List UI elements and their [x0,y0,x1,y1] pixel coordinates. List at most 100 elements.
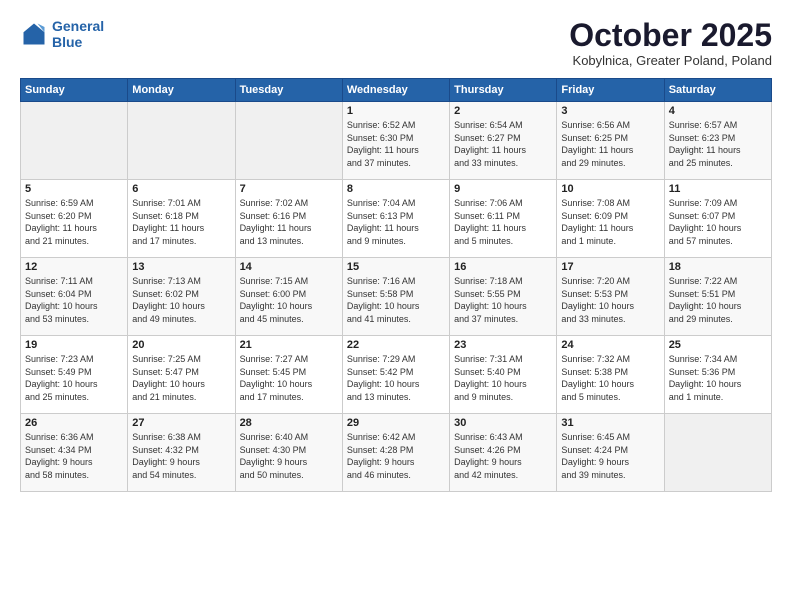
cell-content: Sunrise: 7:11 AM Sunset: 6:04 PM Dayligh… [25,275,123,325]
calendar-cell: 5 Sunrise: 6:59 AM Sunset: 6:20 PM Daylig… [21,180,128,258]
day-number: 31 [561,417,659,429]
week-row-2: 12Sunrise: 7:11 AM Sunset: 6:04 PM Dayli… [21,258,772,336]
calendar-cell: 23 Sunrise: 7:31 AM Sunset: 5:40 PM Dayli… [450,336,557,414]
weekday-header-tuesday: Tuesday [235,79,342,102]
logo-text: General Blue [52,18,104,50]
cell-content: Sunrise: 7:29 AM Sunset: 5:42 PM Dayligh… [347,353,445,403]
cell-content: Sunrise: 6:59 AM Sunset: 6:20 PM Dayligh… [25,197,123,247]
cell-content: Sunrise: 6:52 AM Sunset: 6:30 PM Dayligh… [347,119,445,169]
cell-content: Sunrise: 6:57 AM Sunset: 6:23 PM Dayligh… [669,119,767,169]
cell-content: Sunrise: 7:06 AM Sunset: 6:11 PM Dayligh… [454,197,552,247]
logo-general: General [52,18,104,34]
day-number: 9 [454,183,552,195]
day-number: 23 [454,339,552,351]
calendar-cell: 10 Sunrise: 7:08 AM Sunset: 6:09 PM Dayli… [557,180,664,258]
cell-content: Sunrise: 6:36 AM Sunset: 4:34 PM Dayligh… [25,431,123,481]
cell-content: Sunrise: 7:31 AM Sunset: 5:40 PM Dayligh… [454,353,552,403]
day-number: 6 [132,183,230,195]
cell-content: Sunrise: 7:23 AM Sunset: 5:49 PM Dayligh… [25,353,123,403]
cell-content: Sunrise: 7:13 AM Sunset: 6:02 PM Dayligh… [132,275,230,325]
calendar-cell: 9 Sunrise: 7:06 AM Sunset: 6:11 PM Daylig… [450,180,557,258]
cell-content: Sunrise: 7:25 AM Sunset: 5:47 PM Dayligh… [132,353,230,403]
day-number: 15 [347,261,445,273]
day-number: 26 [25,417,123,429]
calendar-cell: 19 Sunrise: 7:23 AM Sunset: 5:49 PM Dayli… [21,336,128,414]
day-number: 5 [25,183,123,195]
calendar-cell: 11 Sunrise: 7:09 AM Sunset: 6:07 PM Dayli… [664,180,771,258]
day-number: 11 [669,183,767,195]
calendar-cell: 28Sunrise: 6:40 AM Sunset: 4:30 PM Dayli… [235,414,342,492]
calendar-cell [21,102,128,180]
page: General Blue October 2025 Kobylnica, Gre… [0,0,792,612]
day-number: 10 [561,183,659,195]
cell-content: Sunrise: 7:34 AM Sunset: 5:36 PM Dayligh… [669,353,767,403]
calendar-cell: 20 Sunrise: 7:25 AM Sunset: 5:47 PM Dayli… [128,336,235,414]
day-number: 4 [669,105,767,117]
calendar-cell: 21 Sunrise: 7:27 AM Sunset: 5:45 PM Dayli… [235,336,342,414]
cell-content: Sunrise: 7:18 AM Sunset: 5:55 PM Dayligh… [454,275,552,325]
location: Kobylnica, Greater Poland, Poland [569,53,772,68]
week-row-1: 5 Sunrise: 6:59 AM Sunset: 6:20 PM Daylig… [21,180,772,258]
cell-content: Sunrise: 6:38 AM Sunset: 4:32 PM Dayligh… [132,431,230,481]
calendar-cell: 26 Sunrise: 6:36 AM Sunset: 4:34 PM Dayli… [21,414,128,492]
calendar-cell: 29 Sunrise: 6:42 AM Sunset: 4:28 PM Dayli… [342,414,449,492]
logo-icon [20,20,48,48]
month-title: October 2025 [569,18,772,53]
day-number: 29 [347,417,445,429]
day-number: 24 [561,339,659,351]
calendar-cell [664,414,771,492]
day-number: 3 [561,105,659,117]
cell-content: Sunrise: 6:45 AM Sunset: 4:24 PM Dayligh… [561,431,659,481]
day-number: 14 [240,261,338,273]
calendar-table: SundayMondayTuesdayWednesdayThursdayFrid… [20,78,772,492]
cell-content: Sunrise: 7:16 AM Sunset: 5:58 PM Dayligh… [347,275,445,325]
cell-content: Sunrise: 7:02 AM Sunset: 6:16 PM Dayligh… [240,197,338,247]
cell-content: Sunrise: 6:54 AM Sunset: 6:27 PM Dayligh… [454,119,552,169]
calendar-cell: 22 Sunrise: 7:29 AM Sunset: 5:42 PM Dayli… [342,336,449,414]
calendar-cell: 1 Sunrise: 6:52 AM Sunset: 6:30 PM Daylig… [342,102,449,180]
calendar-cell: 8 Sunrise: 7:04 AM Sunset: 6:13 PM Daylig… [342,180,449,258]
header: General Blue October 2025 Kobylnica, Gre… [20,18,772,68]
calendar-cell: 14Sunrise: 7:15 AM Sunset: 6:00 PM Dayli… [235,258,342,336]
cell-content: Sunrise: 6:56 AM Sunset: 6:25 PM Dayligh… [561,119,659,169]
calendar-cell: 4 Sunrise: 6:57 AM Sunset: 6:23 PM Daylig… [664,102,771,180]
calendar-cell: 3 Sunrise: 6:56 AM Sunset: 6:25 PM Daylig… [557,102,664,180]
cell-content: Sunrise: 6:43 AM Sunset: 4:26 PM Dayligh… [454,431,552,481]
cell-content: Sunrise: 7:22 AM Sunset: 5:51 PM Dayligh… [669,275,767,325]
day-number: 8 [347,183,445,195]
calendar-cell: 13Sunrise: 7:13 AM Sunset: 6:02 PM Dayli… [128,258,235,336]
day-number: 7 [240,183,338,195]
calendar-cell: 24 Sunrise: 7:32 AM Sunset: 5:38 PM Dayli… [557,336,664,414]
calendar-cell: 12Sunrise: 7:11 AM Sunset: 6:04 PM Dayli… [21,258,128,336]
week-row-3: 19 Sunrise: 7:23 AM Sunset: 5:49 PM Dayli… [21,336,772,414]
calendar-cell: 31 Sunrise: 6:45 AM Sunset: 4:24 PM Dayli… [557,414,664,492]
cell-content: Sunrise: 7:08 AM Sunset: 6:09 PM Dayligh… [561,197,659,247]
day-number: 27 [132,417,230,429]
week-row-4: 26 Sunrise: 6:36 AM Sunset: 4:34 PM Dayli… [21,414,772,492]
calendar-cell [128,102,235,180]
cell-content: Sunrise: 7:04 AM Sunset: 6:13 PM Dayligh… [347,197,445,247]
day-number: 16 [454,261,552,273]
cell-content: Sunrise: 6:42 AM Sunset: 4:28 PM Dayligh… [347,431,445,481]
day-number: 19 [25,339,123,351]
calendar-cell: 17Sunrise: 7:20 AM Sunset: 5:53 PM Dayli… [557,258,664,336]
calendar-cell: 16 Sunrise: 7:18 AM Sunset: 5:55 PM Dayli… [450,258,557,336]
cell-content: Sunrise: 7:32 AM Sunset: 5:38 PM Dayligh… [561,353,659,403]
calendar-cell: 30 Sunrise: 6:43 AM Sunset: 4:26 PM Dayli… [450,414,557,492]
weekday-header-monday: Monday [128,79,235,102]
day-number: 30 [454,417,552,429]
calendar-cell: 25Sunrise: 7:34 AM Sunset: 5:36 PM Dayli… [664,336,771,414]
cell-content: Sunrise: 7:09 AM Sunset: 6:07 PM Dayligh… [669,197,767,247]
day-number: 20 [132,339,230,351]
weekday-header-thursday: Thursday [450,79,557,102]
day-number: 22 [347,339,445,351]
cell-content: Sunrise: 7:27 AM Sunset: 5:45 PM Dayligh… [240,353,338,403]
day-number: 1 [347,105,445,117]
calendar-cell: 2 Sunrise: 6:54 AM Sunset: 6:27 PM Daylig… [450,102,557,180]
calendar-cell: 15 Sunrise: 7:16 AM Sunset: 5:58 PM Dayli… [342,258,449,336]
weekday-header-friday: Friday [557,79,664,102]
logo-blue: Blue [52,34,82,50]
weekday-header-sunday: Sunday [21,79,128,102]
day-number: 21 [240,339,338,351]
day-number: 2 [454,105,552,117]
